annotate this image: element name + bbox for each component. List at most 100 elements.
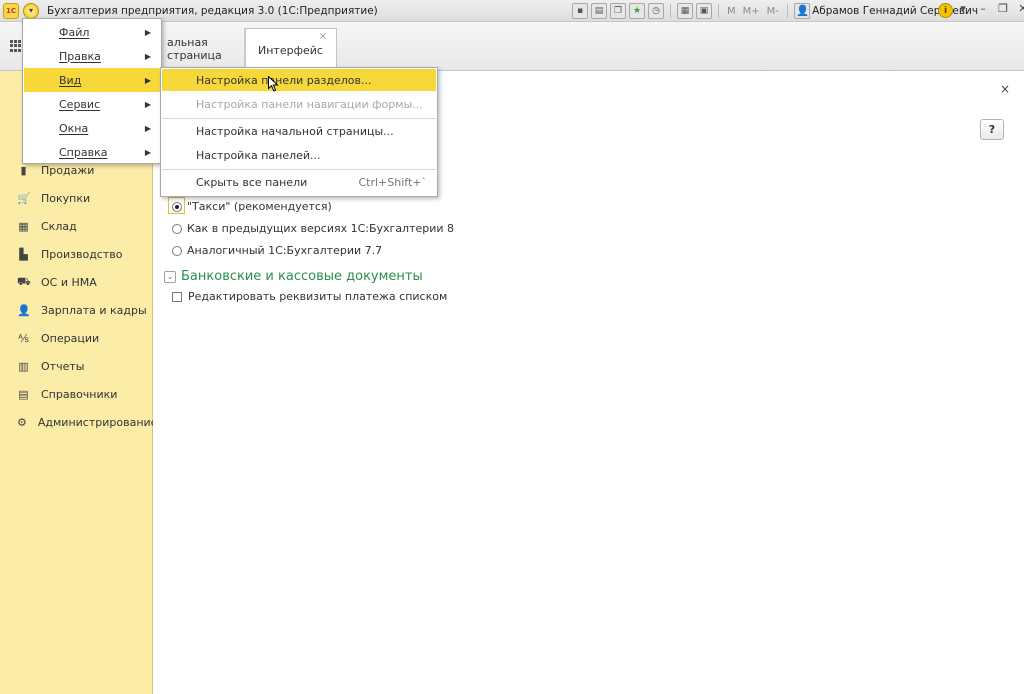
warehouse-icon: ▦	[18, 219, 29, 233]
menu-item-label: Окна	[59, 121, 89, 135]
calendar-icon[interactable]: ▣	[696, 3, 712, 19]
cart-icon: 🛒	[17, 191, 31, 205]
disk-icon[interactable]: ▪	[572, 3, 588, 19]
app-logo-icon: 1С	[3, 2, 19, 19]
collapse-chevron-icon[interactable]: ⌄	[164, 270, 176, 283]
radio-option-taxi[interactable]: "Такси" (рекомендуется)	[172, 200, 332, 213]
submenu-item-label: Настройка панели разделов...	[196, 73, 372, 87]
submenu-arrow-icon: ▶	[144, 99, 151, 109]
main-menu-dropdown: Файл ▶ Правка ▶ Вид ▶ Сервис ▶ Окна ▶ Сп…	[22, 18, 162, 164]
window-title: Бухгалтерия предприятия, редакция 3.0 (1…	[47, 4, 378, 17]
menu-item-windows[interactable]: Окна ▶	[24, 116, 160, 140]
production-icon: ▙	[19, 247, 28, 261]
group-bank-documents[interactable]: ⌄ Банковские и кассовые документы	[164, 269, 423, 284]
submenu-arrow-icon: ▶	[144, 51, 151, 61]
sidebar-item-label: Справочники	[41, 387, 118, 401]
checkbox-edit-payment-list[interactable]: Редактировать реквизиты платежа списком	[172, 290, 447, 303]
menu-item-label: Правка	[59, 49, 101, 63]
radio-label: "Такси" (рекомендуется)	[187, 200, 332, 213]
help-button[interactable]: ?	[980, 119, 1004, 140]
info-icon[interactable]: i	[938, 3, 953, 18]
operations-icon: ⅍	[18, 331, 29, 345]
submenu-item-sections-panel-settings[interactable]: Настройка панели разделов...	[162, 69, 436, 91]
menu-item-service[interactable]: Сервис ▶	[24, 92, 160, 116]
tab-home-label: альная страница	[167, 36, 222, 62]
sections-grid-icon[interactable]	[10, 40, 22, 52]
history-icon[interactable]: ◷	[648, 3, 664, 19]
menu-item-view[interactable]: Вид ▶	[24, 68, 160, 92]
sidebar-item-catalogs[interactable]: ▤ Справочники	[0, 383, 152, 405]
submenu-item-home-page-settings[interactable]: Настройка начальной страницы...	[162, 120, 436, 142]
sidebar-item-label: Операции	[41, 331, 100, 345]
submenu-arrow-icon: ▶	[144, 147, 151, 157]
submenu-item-form-nav-panel-settings: Настройка панели навигации формы...	[162, 93, 436, 115]
submenu-item-label: Скрыть все панели	[196, 175, 308, 189]
shortcut-label: Ctrl+Shift+`	[358, 175, 427, 189]
gear-icon: ⚙	[17, 415, 27, 429]
dropdown-arrow-icon[interactable]: ▾	[956, 2, 970, 15]
radio-label: Аналогичный 1С:Бухгалтерии 7.7	[187, 244, 383, 257]
submenu-arrow-icon: ▶	[144, 27, 151, 37]
radio-label: Как в предыдущих версиях 1С:Бухгалтерии …	[187, 222, 455, 235]
memory-minus-button[interactable]: M-	[765, 6, 781, 17]
print-icon[interactable]: ▤	[591, 3, 607, 19]
truck-icon: ⛟	[17, 274, 31, 288]
menu-separator	[162, 169, 436, 170]
menu-item-help[interactable]: Справка ▶	[24, 140, 160, 164]
radio-option-77[interactable]: Аналогичный 1С:Бухгалтерии 7.7	[172, 244, 382, 257]
submenu-arrow-icon: ▶	[144, 75, 151, 85]
sidebar-item-fixed-assets[interactable]: ⛟ ОС и НМА	[0, 271, 152, 293]
main-menu-button[interactable]: ▾	[23, 2, 39, 19]
checkbox-label: Редактировать реквизиты платежа списком	[188, 290, 448, 303]
favorite-star-icon[interactable]: ★	[629, 3, 645, 19]
minimize-icon[interactable]: –	[976, 2, 990, 15]
sidebar-item-label: Производство	[41, 247, 123, 261]
restore-icon[interactable]: ❐	[996, 2, 1010, 15]
sidebar-item-reports[interactable]: ▥ Отчеты	[0, 355, 152, 377]
group-title: Банковские и кассовые документы	[181, 269, 423, 284]
person-icon: 👤	[17, 303, 31, 317]
sidebar-item-production[interactable]: ▙ Производство	[0, 243, 152, 265]
radio-button[interactable]	[172, 245, 182, 256]
submenu-item-panels-settings[interactable]: Настройка панелей...	[162, 144, 436, 166]
sidebar-item-label: ОС и НМА	[41, 275, 97, 289]
menu-item-label: Вид	[59, 73, 82, 87]
close-window-icon[interactable]: ✕	[1016, 2, 1024, 15]
tab-home-page[interactable]: альная страница	[155, 28, 245, 70]
sidebar-item-purchases[interactable]: 🛒 Покупки	[0, 187, 152, 209]
menu-separator	[162, 118, 436, 119]
user-name: Абрамов Геннадий Сергеевич	[812, 4, 979, 17]
view-submenu: Настройка панели разделов... Настройка п…	[160, 67, 438, 197]
copy-icon[interactable]: ❐	[610, 3, 626, 19]
sidebar-item-label: Продажи	[41, 163, 95, 177]
submenu-item-label: Настройка панелей...	[196, 148, 321, 162]
sidebar-item-label: Склад	[41, 219, 77, 233]
toolbar-separator	[786, 4, 788, 18]
radio-button-checked[interactable]	[172, 201, 182, 212]
submenu-item-hide-all-panels[interactable]: Скрыть все панели Ctrl+Shift+`	[162, 171, 436, 193]
sidebar-item-label: Покупки	[41, 191, 91, 205]
sidebar-item-warehouse[interactable]: ▦ Склад	[0, 215, 152, 237]
mouse-cursor-icon	[268, 76, 279, 92]
sidebar-item-administration[interactable]: ⚙ Администрирование	[0, 411, 157, 433]
sales-icon: ▮	[20, 163, 27, 177]
memory-button[interactable]: M	[725, 6, 738, 17]
tab-interface[interactable]: Интерфейс ×	[245, 28, 337, 71]
submenu-item-label: Настройка панели навигации формы...	[196, 97, 423, 111]
tab-close-icon[interactable]: ×	[319, 31, 327, 42]
sidebar-item-label: Зарплата и кадры	[41, 303, 147, 317]
checkbox[interactable]	[172, 291, 182, 302]
form-close-icon[interactable]: ×	[1000, 82, 1010, 96]
menu-item-edit[interactable]: Правка ▶	[24, 44, 160, 68]
radio-button[interactable]	[172, 223, 182, 234]
book-icon: ▤	[18, 387, 29, 401]
calculator-icon[interactable]: ▦	[677, 3, 693, 19]
sidebar-item-payroll[interactable]: 👤 Зарплата и кадры	[0, 299, 152, 321]
radio-option-previous-versions[interactable]: Как в предыдущих версиях 1С:Бухгалтерии …	[172, 222, 454, 235]
submenu-arrow-icon: ▶	[144, 123, 151, 133]
menu-item-file[interactable]: Файл ▶	[24, 20, 160, 44]
memory-plus-button[interactable]: M+	[741, 6, 762, 17]
menu-item-label: Справка	[59, 145, 108, 159]
sidebar-item-operations[interactable]: ⅍ Операции	[0, 327, 152, 349]
menu-item-label: Файл	[59, 25, 90, 39]
